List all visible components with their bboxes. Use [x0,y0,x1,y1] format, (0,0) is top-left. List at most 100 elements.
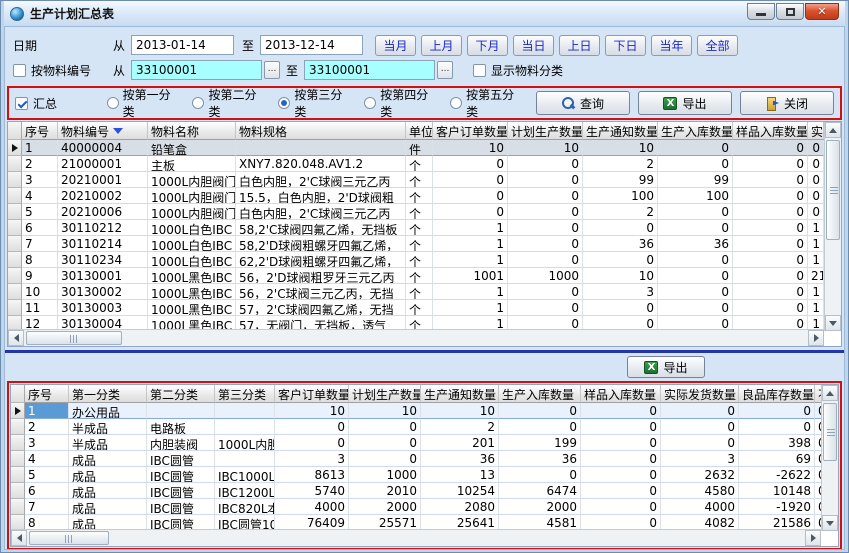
table-cell[interactable]: 件 [406,140,433,156]
by-material-checkbox[interactable]: 按物料编号 [13,62,113,79]
row-header-cell[interactable] [11,419,25,435]
column-header[interactable]: 物料名称 [148,122,236,140]
maximize-button[interactable] [776,3,804,20]
table-cell[interactable]: 4000 [661,499,739,515]
table-cell[interactable]: 1000L白色IBC [148,220,236,236]
table-cell[interactable]: 1000L白色IBC [148,252,236,268]
quick-date-button-2[interactable]: 上月 [421,35,462,56]
scroll-down-button[interactable] [825,315,841,331]
table-cell[interactable]: 主板 [148,156,236,172]
table-cell[interactable]: 3 [275,451,349,467]
column-header[interactable]: 实际发货数量 [661,385,739,403]
query-button[interactable]: 查询 [536,91,630,115]
table-cell[interactable]: 0 [583,252,658,268]
table-cell[interactable]: 30130002 [58,284,148,300]
table-cell[interactable]: 1000L内胆阀门 [148,188,236,204]
column-header[interactable]: 生产通知数量 [421,385,499,403]
row-header-cell[interactable] [11,499,25,515]
table-cell[interactable]: XNY7.820.048.AV1.2 [236,156,406,172]
table-cell[interactable]: 0 [508,172,583,188]
table-cell[interactable]: 1000L内胆装 [215,435,275,451]
quick-date-button-7[interactable]: 当年 [651,35,692,56]
column-header[interactable]: 物料规格 [236,122,406,140]
table-cell[interactable]: 成品 [69,467,147,483]
scroll-down-button[interactable] [822,515,838,531]
table-row[interactable]: 7成品IBC圆管IBC820L本色400020002080200004000-1… [11,499,827,515]
table-cell[interactable]: 15.5，白色内胆，2'D球阀粗 [236,188,406,204]
table-cell[interactable]: 0 [733,140,808,156]
table-cell[interactable]: 个 [406,220,433,236]
bottom-table-horizontal-scrollbar[interactable] [11,529,821,546]
row-header-cell[interactable] [11,483,25,499]
table-cell[interactable]: 6474 [499,483,581,499]
table-cell[interactable]: 2000 [349,499,421,515]
table-cell[interactable]: 1000L黑色IBC [148,284,236,300]
material-to-input[interactable]: 33100001 [304,60,435,80]
table-cell[interactable]: 4 [25,451,69,467]
scroll-right-button[interactable] [805,530,821,546]
table-cell[interactable]: 0 [508,236,583,252]
table-cell[interactable] [215,419,275,435]
quick-date-button-8[interactable]: 全部 [697,35,738,56]
table-cell[interactable]: 1000L内胆阀门 [148,204,236,220]
table-cell[interactable]: 0 [661,435,739,451]
table-row[interactable]: 3半成品内胆装阀1000L内胆装00201199003980 [11,435,827,451]
export-bottom-button[interactable]: X 导出 [627,356,705,378]
table-cell[interactable]: 0 [658,252,733,268]
table-cell[interactable]: 0 [581,483,661,499]
table-cell[interactable]: 1 [808,236,824,252]
table-cell[interactable]: 5740 [275,483,349,499]
table-cell[interactable]: IBC1200L本 [215,483,275,499]
date-to-input[interactable]: 2013-12-14 [260,35,363,55]
table-cell[interactable]: 0 [508,284,583,300]
table-cell[interactable]: 2 [583,204,658,220]
table-cell[interactable]: 1001 [433,268,508,284]
table-cell[interactable]: 1 [25,403,69,419]
scroll-up-button[interactable] [822,385,838,401]
table-cell[interactable]: 0 [808,188,824,204]
table-cell[interactable]: 0 [733,172,808,188]
column-header[interactable]: 第一分类 [69,385,147,403]
material-from-browse-button[interactable]: ... [264,61,280,79]
scroll-right-button[interactable] [808,330,824,346]
row-header-cell[interactable] [11,451,25,467]
table-cell[interactable]: 0 [658,268,733,284]
column-header[interactable]: 实 [808,122,824,140]
table-cell[interactable]: 0 [733,284,808,300]
summary-checkbox[interactable]: 汇总 [15,95,107,112]
quick-date-button-6[interactable]: 下日 [605,35,646,56]
table-cell[interactable]: 0 [733,156,808,172]
table-cell[interactable]: 1 [433,300,508,316]
category-radio-1[interactable]: 按第一分类 [107,86,179,120]
table-cell[interactable]: 0 [581,499,661,515]
row-header-cell[interactable] [8,252,22,268]
table-cell[interactable] [215,403,275,419]
scroll-thumb[interactable] [826,140,840,240]
category-radio-2[interactable]: 按第二分类 [192,86,264,120]
table-cell[interactable]: 7 [25,499,69,515]
table-cell[interactable]: 398 [739,435,815,451]
table-cell[interactable]: 2 [22,156,58,172]
table-row[interactable]: 9301300011000L黑色IBC56，2'D球阀粗罗牙三元乙丙个10011… [8,268,824,284]
table-row[interactable]: 1办公用品10101000000 [11,403,827,419]
column-header[interactable]: 序号 [25,385,69,403]
table-cell[interactable]: 个 [406,204,433,220]
column-header[interactable]: 生产通知数量 [583,122,658,140]
minimize-button[interactable] [747,3,775,20]
table-cell[interactable]: -2622 [739,467,815,483]
table-cell[interactable]: 69 [739,451,815,467]
scroll-left-button[interactable] [8,330,24,346]
table-cell[interactable]: 2010 [349,483,421,499]
row-header-cell[interactable] [8,236,22,252]
table-cell[interactable]: 4000 [275,499,349,515]
column-header[interactable]: 客户订单数量 [275,385,349,403]
table-cell[interactable]: 个 [406,284,433,300]
table-cell[interactable]: 0 [508,252,583,268]
table-cell[interactable]: 2 [25,419,69,435]
export-button[interactable]: X 导出 [638,91,732,115]
table-cell[interactable]: 1000L黑色IBC [148,268,236,284]
table-cell[interactable]: 成品 [69,499,147,515]
table-cell[interactable]: 10 [421,403,499,419]
table-cell[interactable]: 1 [22,140,58,156]
table-cell[interactable]: 0 [349,419,421,435]
